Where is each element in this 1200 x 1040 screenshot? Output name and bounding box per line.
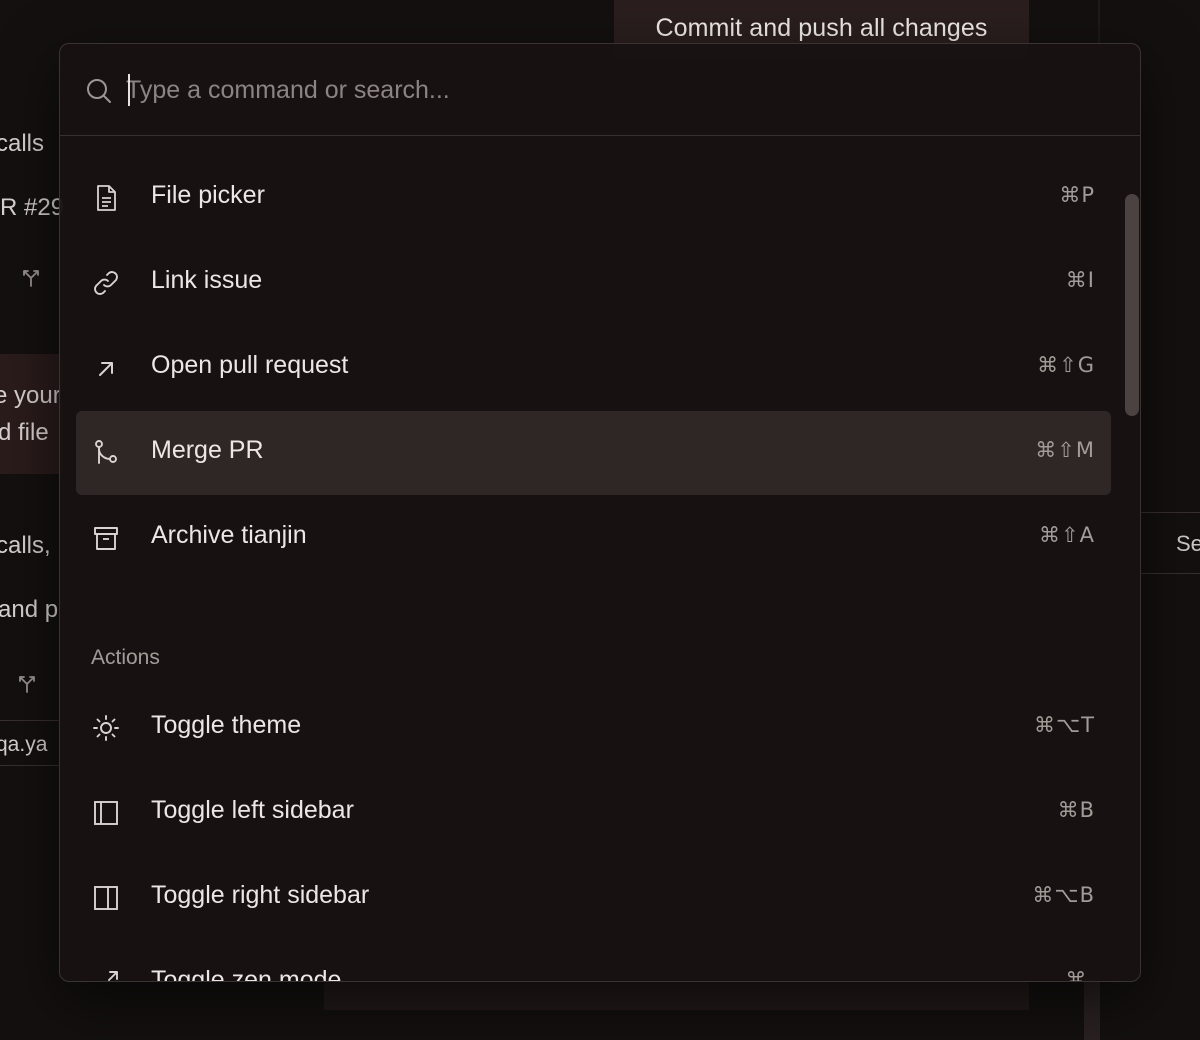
git-merge-icon [90, 437, 122, 469]
shortcut-hint: ⌘P [1059, 183, 1095, 207]
archive-icon [90, 522, 122, 554]
background-text: e your [0, 382, 61, 409]
background-right-button[interactable]: Se [1140, 512, 1200, 574]
divider [0, 765, 60, 766]
background-text: calls, [0, 532, 51, 559]
section-heading-actions: Actions [91, 646, 160, 669]
arrow-up-right-icon [90, 352, 122, 384]
commit-push-label: Commit and push all changes [655, 14, 988, 42]
command-item-link-issue[interactable]: Link issue ⌘I [76, 241, 1111, 325]
shortcut-hint: ⌘⇧G [1037, 353, 1095, 377]
command-palette: File picker ⌘P Link issue ⌘I Open pull r… [59, 43, 1141, 982]
file-icon [90, 182, 122, 214]
link-icon [90, 267, 122, 299]
shortcut-hint: ⌘⌥B [1032, 883, 1095, 907]
divider [0, 720, 60, 721]
command-item-toggle-right-sidebar[interactable]: Toggle right sidebar ⌘⌥B [76, 856, 1111, 940]
shortcut-hint: ⌘B [1057, 798, 1095, 822]
shortcut-hint: ⌘I [1065, 268, 1095, 292]
command-item-archive[interactable]: Archive tianjin ⌘⇧A [76, 496, 1111, 580]
app-window: Commit and push all changes calls R #29 … [0, 0, 1200, 1040]
command-label: Merge PR [151, 436, 264, 464]
command-label: Archive tianjin [151, 521, 307, 549]
sidebar-right-icon [90, 882, 122, 914]
background-text: d file [0, 419, 49, 446]
command-label: File picker [151, 181, 265, 209]
command-item-merge-pr[interactable]: Merge PR ⌘⇧M [76, 411, 1111, 495]
background-right-label: Se [1176, 531, 1200, 556]
sidebar-left-icon [90, 797, 122, 829]
palette-scrollbar[interactable] [1125, 194, 1139, 416]
text-caret [128, 74, 130, 106]
background-scrollbar[interactable] [1084, 980, 1100, 1040]
command-item-toggle-left-sidebar[interactable]: Toggle left sidebar ⌘B [76, 771, 1111, 855]
background-text: calls [0, 130, 45, 157]
git-branch-icon [19, 266, 43, 290]
command-label: Toggle zen mode [151, 966, 342, 982]
command-search-input[interactable] [126, 68, 1026, 112]
command-item-toggle-zen-mode[interactable]: Toggle zen mode ⌘. [76, 941, 1111, 982]
command-label: Toggle theme [151, 711, 302, 739]
background-text: and p [0, 596, 59, 623]
background-text: R #29 [0, 194, 65, 221]
search-icon [85, 77, 113, 105]
background-block [324, 980, 1029, 1010]
command-item-open-pull-request[interactable]: Open pull request ⌘⇧G [76, 326, 1111, 410]
shortcut-hint: ⌘⇧M [1035, 438, 1095, 462]
command-item-file-picker[interactable]: File picker ⌘P [76, 156, 1111, 240]
git-branch-icon [15, 672, 39, 696]
shortcut-hint: ⌘⌥T [1033, 713, 1095, 737]
command-label: Open pull request [151, 351, 349, 379]
shortcut-hint: ⌘. [1065, 968, 1095, 982]
command-label: Link issue [151, 266, 263, 294]
expand-icon [90, 967, 122, 981]
shortcut-hint: ⌘⇧A [1039, 523, 1095, 547]
background-highlight-block [0, 354, 62, 474]
sun-icon [90, 712, 122, 744]
background-text: qa.ya [0, 733, 48, 756]
search-bar [60, 44, 1140, 136]
command-item-toggle-theme[interactable]: Toggle theme ⌘⌥T [76, 686, 1111, 770]
command-label: Toggle left sidebar [151, 796, 354, 824]
command-label: Toggle right sidebar [151, 881, 370, 909]
